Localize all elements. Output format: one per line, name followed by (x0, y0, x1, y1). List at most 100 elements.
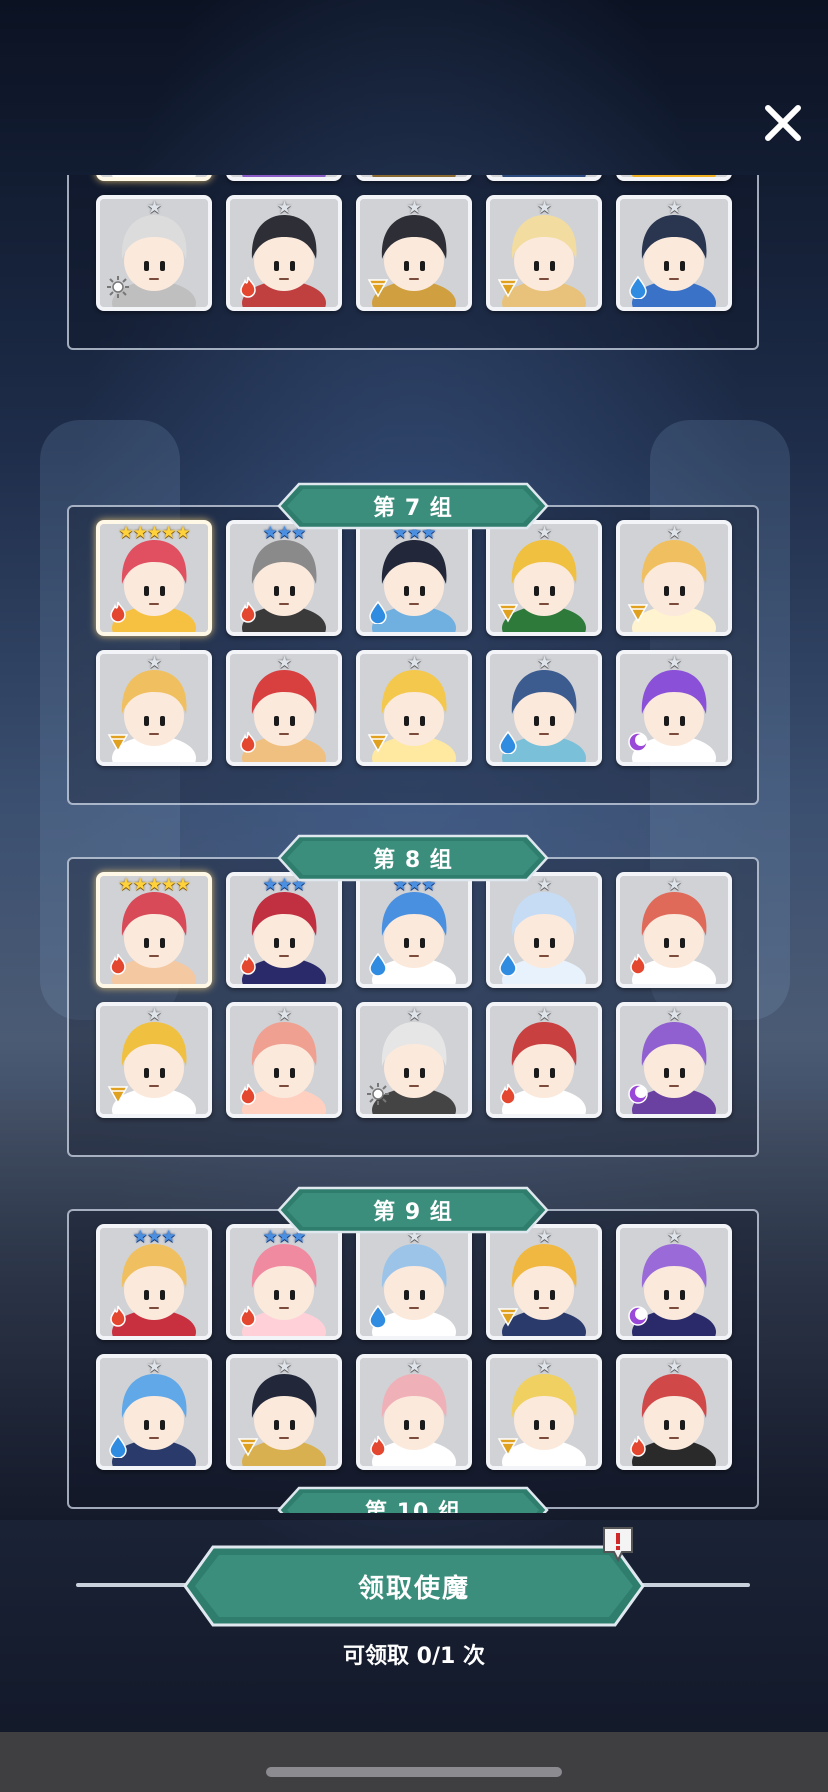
earth-element-icon (496, 1434, 520, 1458)
fire-element-icon (496, 1082, 520, 1106)
star-rating: ★ (666, 1227, 682, 1247)
familiar-card[interactable]: ★★★ (226, 872, 342, 988)
fire-element-icon (236, 1082, 260, 1106)
star-rating: ★ (406, 653, 422, 673)
familiar-portrait (490, 175, 598, 177)
group-label: 第 9 组 (277, 1186, 549, 1234)
star-rating: ★ (406, 1357, 422, 1377)
familiar-portrait (620, 175, 728, 177)
light-element-icon (106, 275, 130, 299)
star-rating: ★ (146, 198, 162, 218)
earth-element-icon (366, 275, 390, 299)
familiar-card[interactable]: ★ (486, 195, 602, 311)
star-rating: ★ (536, 1005, 552, 1025)
familiar-card[interactable]: ★ (486, 1224, 602, 1340)
familiar-card[interactable]: ★★★ (226, 520, 342, 636)
star-rating: ★ (666, 523, 682, 543)
star-rating: ★ (536, 1357, 552, 1377)
familiar-card[interactable]: ★ (486, 650, 602, 766)
close-button[interactable] (760, 100, 806, 146)
familiar-card[interactable]: ★ (356, 1354, 472, 1470)
star-rating: ★ (536, 198, 552, 218)
star-rating: ★ (666, 1357, 682, 1377)
fire-element-icon (366, 1434, 390, 1458)
familiar-card[interactable]: ★ (486, 1002, 602, 1118)
star-rating: ★ (146, 1357, 162, 1377)
earth-element-icon (496, 275, 520, 299)
familiar-card[interactable]: ★ (96, 1002, 212, 1118)
star-rating: ★ (276, 1005, 292, 1025)
familiar-card[interactable]: ★ (616, 195, 732, 311)
earth-element-icon (496, 600, 520, 624)
fire-element-icon (236, 600, 260, 624)
familiar-card[interactable]: ★★★ (356, 520, 472, 636)
earth-element-icon (106, 1082, 130, 1106)
familiar-card[interactable]: ★★★ (356, 872, 472, 988)
familiar-card[interactable]: ★ (616, 650, 732, 766)
earth-element-icon (496, 1304, 520, 1328)
system-bottom-bar (0, 1732, 828, 1792)
familiar-card[interactable]: ★★★ (226, 175, 342, 181)
familiar-card[interactable]: ★★★ (486, 175, 602, 181)
fire-element-icon (106, 952, 130, 976)
claim-count-text: 可领取 0/1 次 (343, 1644, 485, 1669)
star-rating: ★ (536, 653, 552, 673)
familiar-card[interactable]: ★★★ (356, 175, 472, 181)
water-element-icon (366, 600, 390, 625)
water-element-icon (366, 952, 390, 977)
star-rating: ★ (406, 1005, 422, 1025)
group-panel: ★★★★★ ★★★ ★★★ ★★★ ★★★ (67, 175, 759, 350)
familiar-card[interactable]: ★★★ (226, 1224, 342, 1340)
claim-familiar-button[interactable]: 领取使魔 (183, 1545, 645, 1627)
dark-element-icon (626, 730, 650, 754)
group-label-text: 第 7 组 (373, 496, 453, 521)
familiar-card[interactable]: ★ (96, 650, 212, 766)
star-rating: ★ (666, 1005, 682, 1025)
familiar-card[interactable]: ★ (226, 650, 342, 766)
familiar-grid: ★★★★★ ★★★ ★★★ ★ ★ ★ ★ ★ ★ ★ (96, 520, 732, 766)
fire-element-icon (236, 952, 260, 976)
star-rating: ★ (146, 1005, 162, 1025)
earth-element-icon (236, 1434, 260, 1458)
familiar-card[interactable]: ★★★ (616, 175, 732, 181)
earth-element-icon (106, 730, 130, 754)
claim-button-label: 领取使魔 (357, 1573, 470, 1604)
familiar-card[interactable]: ★ (486, 872, 602, 988)
group-list[interactable]: ★ ★ ★ ★ ★ ★★★ ★★ ★ ★★ ★ ★★ ★ ★ ★ ★ ★ ★ ★… (0, 175, 828, 1513)
familiar-grid: ★★★★★ ★★★ ★★★ ★ ★ ★ ★ ★ ★ ★ (96, 872, 732, 1118)
familiar-card[interactable]: ★ (96, 195, 212, 311)
familiar-card[interactable]: ★ (616, 520, 732, 636)
dark-element-icon (626, 1304, 650, 1328)
familiar-card[interactable]: ★ (486, 520, 602, 636)
familiar-card[interactable]: ★ (486, 1354, 602, 1470)
familiar-card[interactable]: ★ (616, 1224, 732, 1340)
group-label-text: 第 9 组 (373, 1200, 453, 1225)
familiar-card[interactable]: ★ (356, 1224, 472, 1340)
familiar-card[interactable]: ★★★★★ (96, 175, 212, 181)
familiar-card[interactable]: ★★★★★ (96, 872, 212, 988)
star-rating: ★ (276, 1357, 292, 1377)
familiar-card[interactable]: ★ (616, 872, 732, 988)
familiar-card[interactable]: ★ (616, 1354, 732, 1470)
home-indicator[interactable] (266, 1767, 562, 1777)
star-rating: ★ (666, 875, 682, 895)
familiar-card[interactable]: ★ (356, 195, 472, 311)
group-label: 第 8 组 (277, 834, 549, 882)
group-label: 第 7 组 (277, 482, 549, 530)
star-rating: ★ (666, 198, 682, 218)
familiar-card[interactable]: ★★★★★ (96, 520, 212, 636)
familiar-card[interactable]: ★ (616, 1002, 732, 1118)
familiar-card[interactable]: ★ (96, 1354, 212, 1470)
close-icon (765, 105, 801, 141)
star-rating: ★ (276, 198, 292, 218)
familiar-grid: ★★★ ★★★ ★ ★ ★ ★ ★ ★ ★ ★ (96, 1224, 732, 1470)
familiar-card[interactable]: ★ (356, 1002, 472, 1118)
familiar-card[interactable]: ★ (226, 1354, 342, 1470)
familiar-portrait (230, 175, 338, 177)
familiar-card[interactable]: ★ (226, 195, 342, 311)
familiar-card[interactable]: ★ (356, 650, 472, 766)
familiar-card[interactable]: ★ (226, 1002, 342, 1118)
familiar-card[interactable]: ★★★ (96, 1224, 212, 1340)
familiar-portrait (360, 175, 468, 177)
water-element-icon (366, 1304, 390, 1329)
